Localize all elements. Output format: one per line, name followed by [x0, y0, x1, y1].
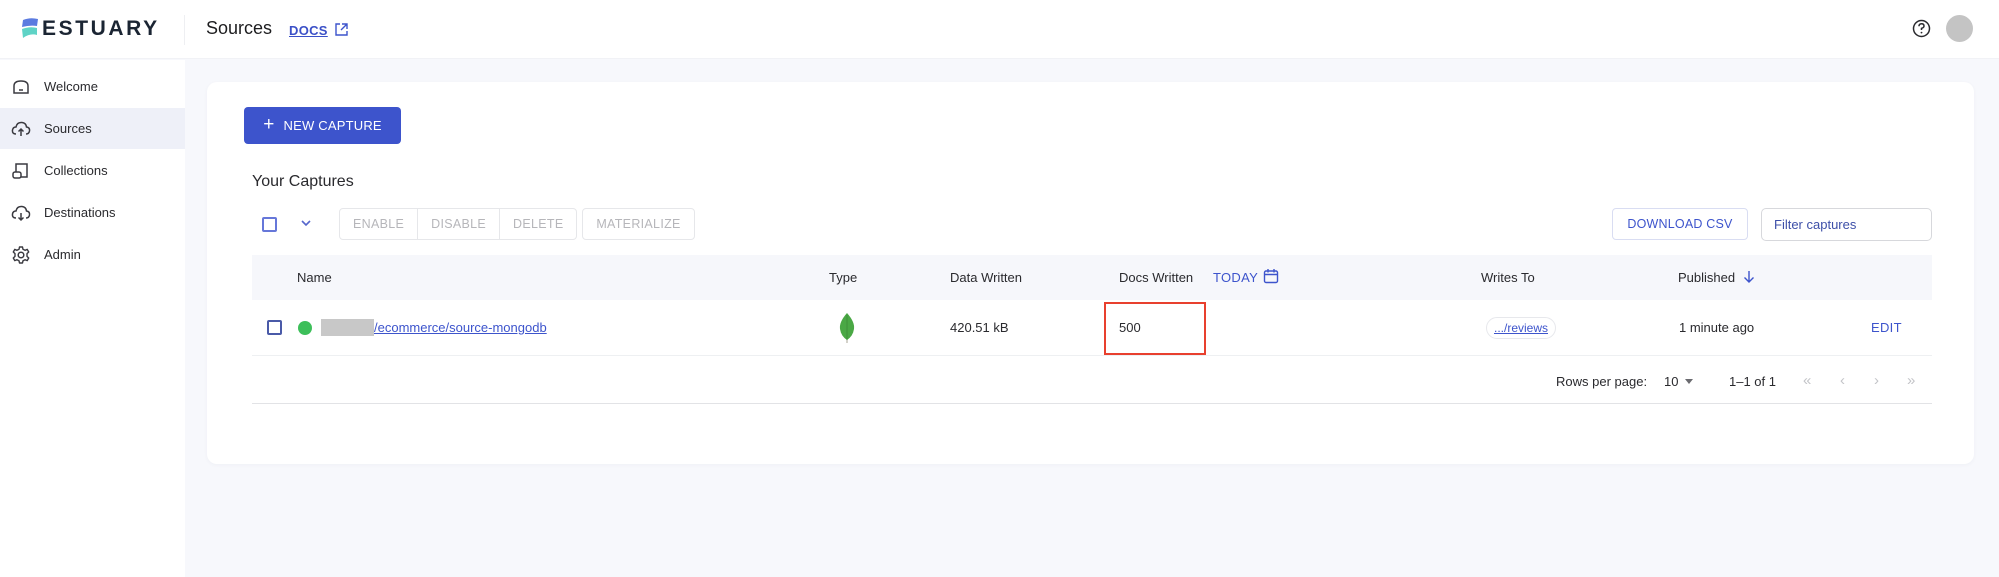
next-page-icon[interactable]: › [1874, 372, 1879, 389]
plus-icon: + [263, 114, 275, 135]
home-icon [13, 80, 29, 94]
gear-icon [12, 246, 30, 264]
last-page-icon[interactable]: » [1907, 372, 1915, 389]
sidebar-item-collections[interactable]: Collections [0, 150, 185, 191]
column-header-docs-written[interactable]: Docs Written [1119, 270, 1193, 285]
column-header-data-written[interactable]: Data Written [950, 270, 1022, 285]
previous-page-icon[interactable]: ‹ [1840, 372, 1845, 389]
sidebar-item-welcome[interactable]: Welcome [0, 66, 185, 107]
redacted-prefix [321, 319, 374, 336]
row-checkbox[interactable] [267, 320, 282, 335]
rows-per-page-select[interactable]: 10 [1664, 374, 1678, 389]
docs-written-value: 500 [1119, 320, 1141, 335]
estuary-logo[interactable]: ESTUARY [20, 17, 160, 41]
section-title: Your Captures [252, 173, 354, 190]
external-link-icon[interactable] [334, 22, 349, 37]
column-header-type[interactable]: Type [829, 270, 857, 285]
published-value: 1 minute ago [1679, 320, 1755, 335]
calendar-icon[interactable] [1263, 268, 1279, 284]
date-range-today-button[interactable]: TODAY [1213, 270, 1258, 285]
pagination: Rows per page: 10 1–1 of 1 « ‹ › » [252, 357, 1932, 404]
column-header-writes-to[interactable]: Writes To [1481, 270, 1535, 285]
first-page-icon[interactable]: « [1803, 372, 1811, 389]
sidebar-item-destinations[interactable]: Destinations [0, 192, 185, 233]
sort-descending-icon[interactable] [1743, 270, 1755, 284]
cloud-download-icon [11, 205, 31, 222]
sidebar-item-label: Admin [44, 247, 81, 262]
sidebar: Welcome Sources Collections Destinations… [0, 60, 185, 577]
caret-down-icon[interactable] [1685, 379, 1693, 384]
download-csv-button[interactable]: DOWNLOAD CSV [1612, 208, 1748, 240]
table-header: Name Type Data Written Docs Written TODA… [252, 255, 1932, 300]
estuary-logo-icon [22, 18, 38, 38]
delete-button[interactable]: DELETE [500, 209, 576, 239]
avatar[interactable] [1946, 15, 1973, 42]
help-circle-icon[interactable] [1912, 19, 1931, 38]
table-row: /ecommerce/source-mongodb 420.51 kB 500 … [252, 300, 1932, 356]
capture-name-link[interactable]: /ecommerce/source-mongodb [374, 320, 547, 335]
cloud-upload-icon [11, 121, 31, 136]
mongodb-leaf-icon [839, 313, 855, 343]
sidebar-item-label: Sources [44, 121, 92, 136]
new-capture-label: NEW CAPTURE [283, 118, 382, 133]
sidebar-item-admin[interactable]: Admin [0, 234, 185, 275]
materialize-button[interactable]: MATERIALIZE [582, 208, 695, 240]
bulk-action-group: ENABLE DISABLE DELETE [339, 208, 578, 240]
collections-icon [12, 163, 28, 179]
column-header-name[interactable]: Name [297, 270, 332, 285]
sidebar-item-label: Collections [44, 163, 108, 178]
rows-per-page-label: Rows per page: [1556, 374, 1648, 389]
new-capture-button[interactable]: + NEW CAPTURE [244, 107, 401, 144]
status-indicator [298, 321, 312, 335]
chevron-down-icon[interactable] [299, 218, 313, 228]
writes-to-chip[interactable]: .../reviews [1486, 317, 1556, 339]
disable-button[interactable]: DISABLE [418, 209, 501, 239]
select-all-checkbox[interactable] [262, 217, 277, 232]
enable-button[interactable]: ENABLE [340, 209, 419, 239]
header-divider [184, 15, 185, 45]
sidebar-item-sources[interactable]: Sources [0, 108, 185, 149]
data-written-value: 420.51 kB [950, 320, 1009, 335]
sidebar-item-label: Welcome [44, 79, 98, 94]
docs-link[interactable]: DOCS [289, 23, 328, 38]
page-range: 1–1 of 1 [1729, 374, 1776, 389]
column-header-published[interactable]: Published [1678, 270, 1735, 285]
filter-captures-input[interactable] [1761, 208, 1932, 241]
page-title: Sources [206, 18, 273, 38]
top-bar: ESTUARY Sources DOCS [0, 0, 1999, 59]
edit-button[interactable]: EDIT [1871, 320, 1902, 335]
sidebar-item-label: Destinations [44, 205, 116, 220]
brand-name: ESTUARY [42, 17, 160, 40]
